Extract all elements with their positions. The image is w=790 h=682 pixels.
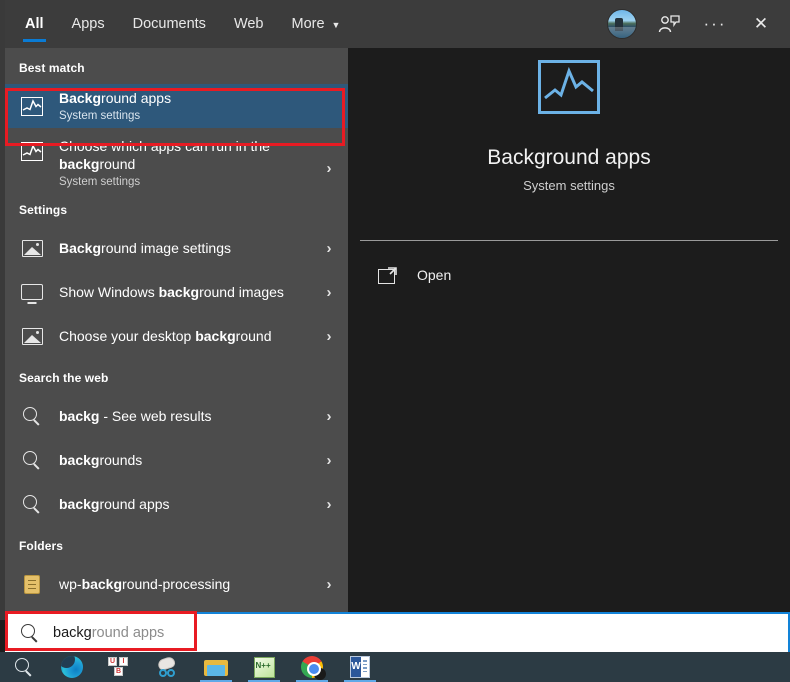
- chevron-down-icon: ▼: [332, 21, 341, 30]
- preview-action-open[interactable]: Open: [348, 258, 790, 292]
- taskbar-word[interactable]: W: [336, 652, 384, 682]
- taskbar-tiles-app[interactable]: UIB: [96, 652, 144, 682]
- folder-label: wp-background-processing: [59, 575, 314, 593]
- chart-app-icon: [19, 138, 45, 164]
- search-icon: [19, 403, 45, 429]
- web-result-label: backgrounds: [59, 451, 314, 469]
- web-result-label: backg - See web results: [59, 407, 314, 425]
- section-header-search-the-web: Search the web: [5, 358, 348, 394]
- search-icon: [15, 658, 33, 676]
- web-result-backgrounds[interactable]: backgrounds ›: [5, 438, 348, 482]
- setting-item-choose-desktop-background[interactable]: Choose your desktop background ›: [5, 314, 348, 358]
- folder-result-wp-background-processing[interactable]: wp-background-processing ›: [5, 562, 348, 606]
- chrome-icon: [301, 656, 323, 678]
- filter-tabs: All Apps Documents Web More▼: [5, 0, 354, 48]
- setting-item-background-image-settings[interactable]: Background image settings ›: [5, 226, 348, 270]
- result-subtitle: System settings: [59, 175, 314, 189]
- search-flyout: Best match Background apps System settin…: [5, 0, 790, 612]
- chevron-right-icon[interactable]: ›: [320, 576, 338, 593]
- preview-divider: [360, 240, 778, 241]
- tiles-icon: UIB: [108, 657, 132, 677]
- taskbar: UIB W: [0, 652, 790, 682]
- account-avatar[interactable]: [607, 9, 637, 39]
- result-choose-which-apps-run-background[interactable]: Choose which apps can run in thebackgrou…: [5, 128, 348, 190]
- word-icon: W: [350, 656, 370, 678]
- picture-icon: [19, 235, 45, 261]
- chevron-right-icon[interactable]: ›: [320, 240, 338, 257]
- preview-subtitle: System settings: [523, 178, 615, 193]
- chart-app-icon: [19, 93, 45, 119]
- taskbar-chrome[interactable]: [288, 652, 336, 682]
- setting-label: Background image settings: [59, 239, 314, 257]
- preview-title: Background apps: [487, 146, 650, 170]
- tab-more[interactable]: More▼: [278, 0, 355, 48]
- search-icon: [19, 447, 45, 473]
- file-icon: [19, 571, 45, 597]
- folder-icon: [204, 658, 228, 677]
- open-external-icon: [378, 267, 397, 284]
- header-actions: ··· ✕: [598, 0, 790, 48]
- results-pane: Best match Background apps System settin…: [5, 0, 348, 612]
- result-subtitle: System settings: [59, 109, 338, 123]
- web-result-backg-see-web-results[interactable]: backg - See web results ›: [5, 394, 348, 438]
- search-bar[interactable]: background apps: [5, 612, 790, 652]
- chevron-right-icon[interactable]: ›: [320, 284, 338, 301]
- search-icon: [19, 491, 45, 517]
- result-best-match-background-apps[interactable]: Background apps System settings: [5, 84, 348, 128]
- chevron-right-icon[interactable]: ›: [320, 160, 338, 177]
- tab-web[interactable]: Web: [220, 0, 278, 48]
- notepadpp-icon: [254, 657, 275, 678]
- tab-apps[interactable]: Apps: [58, 0, 119, 48]
- section-header-folders: Folders: [5, 526, 348, 562]
- preview-pane: Background apps System settings Open: [348, 0, 790, 612]
- chevron-right-icon[interactable]: ›: [320, 328, 338, 345]
- setting-item-show-windows-background-images[interactable]: Show Windows background images ›: [5, 270, 348, 314]
- section-header-best-match: Best match: [5, 48, 348, 84]
- taskbar-edge[interactable]: [48, 652, 96, 682]
- tab-all[interactable]: All: [11, 0, 58, 48]
- scissors-icon: [156, 657, 180, 677]
- search-input-suggestion: round apps: [92, 625, 165, 641]
- picture-icon: [19, 323, 45, 349]
- monitor-icon: [19, 279, 45, 305]
- results-list: Best match Background apps System settin…: [5, 48, 348, 606]
- tab-documents[interactable]: Documents: [119, 0, 220, 48]
- search-icon: [21, 624, 39, 642]
- web-result-label: background apps: [59, 495, 314, 513]
- section-header-settings: Settings: [5, 190, 348, 226]
- open-label: Open: [417, 267, 451, 283]
- feedback-icon[interactable]: [646, 0, 692, 48]
- chevron-right-icon[interactable]: ›: [320, 496, 338, 513]
- taskbar-notepadpp[interactable]: [240, 652, 288, 682]
- edge-icon: [61, 656, 83, 678]
- setting-label: Show Windows background images: [59, 283, 314, 301]
- chevron-right-icon[interactable]: ›: [320, 408, 338, 425]
- taskbar-search[interactable]: [0, 652, 48, 682]
- setting-label: Choose your desktop background: [59, 327, 314, 345]
- result-title: Background apps: [59, 89, 338, 107]
- more-options-icon[interactable]: ···: [692, 0, 738, 48]
- chart-app-icon-large: [538, 60, 600, 114]
- close-icon[interactable]: ✕: [738, 0, 784, 48]
- search-input-typed-text[interactable]: backg: [53, 625, 92, 641]
- result-title: Choose which apps can run in thebackgrou…: [59, 137, 314, 173]
- chevron-right-icon[interactable]: ›: [320, 452, 338, 469]
- web-result-background-apps[interactable]: background apps ›: [5, 482, 348, 526]
- taskbar-snipping-tool[interactable]: [144, 652, 192, 682]
- taskbar-file-explorer[interactable]: [192, 652, 240, 682]
- search-header: All Apps Documents Web More▼ ··· ✕: [5, 0, 790, 48]
